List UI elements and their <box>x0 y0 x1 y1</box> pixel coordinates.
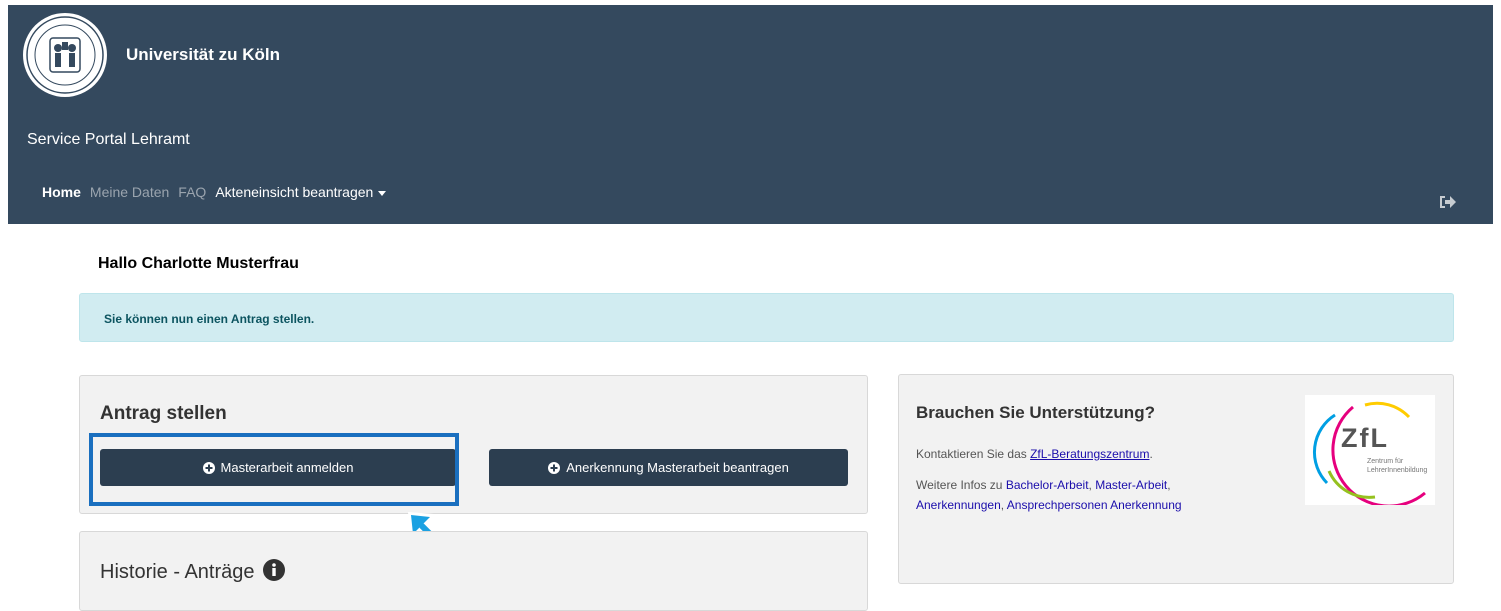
zfl-logo-big: ZfL <box>1341 423 1389 453</box>
sign-out-icon[interactable] <box>1438 194 1456 210</box>
zfl-logo[interactable]: ZfL Zentrum für LehrerInnenbildung <box>1305 395 1435 505</box>
zfl-beratungszentrum-link[interactable]: ZfL-Beratungszentrum <box>1030 447 1149 461</box>
site-header: Universität zu Köln Service Portal Lehra… <box>8 5 1493 224</box>
support-contact-line: Kontaktieren Sie das ZfL-Beratungszentru… <box>916 444 1246 464</box>
caret-down-icon <box>378 190 387 196</box>
support-card: Brauchen Sie Unterstützung? Kontaktieren… <box>898 374 1454 584</box>
historie-title: Historie - Anträge <box>100 559 286 584</box>
nav-akteneinsicht-label: Akteneinsicht beantragen <box>215 184 374 200</box>
anerkennung-beantragen-button[interactable]: Anerkennung Masterarbeit beantragen <box>489 449 848 486</box>
greeting: Hallo Charlotte Musterfrau <box>98 255 299 272</box>
support-contact-suffix: . <box>1149 447 1153 461</box>
anerkennung-beantragen-label: Anerkennung Masterarbeit beantragen <box>566 460 789 475</box>
support-infos-prefix: Weitere Infos zu <box>916 478 1006 492</box>
zfl-logo-line1: Zentrum für <box>1367 458 1404 465</box>
zfl-logo-line2: LehrerInnenbildung <box>1367 467 1427 474</box>
nav-faq[interactable]: FAQ <box>178 184 206 200</box>
ansprechpersonen-anerkennung-link[interactable]: Ansprechpersonen Anerkennung <box>1007 498 1182 512</box>
nav-meine-daten[interactable]: Meine Daten <box>90 184 169 200</box>
historie-title-text: Historie - Anträge <box>100 561 255 583</box>
portal-title[interactable]: Service Portal Lehramt <box>27 131 190 149</box>
support-contact-prefix: Kontaktieren Sie das <box>916 447 1031 461</box>
nav-akteneinsicht-dropdown[interactable]: Akteneinsicht beantragen <box>215 184 387 200</box>
support-sep2: , <box>1167 478 1171 492</box>
nav-home[interactable]: Home <box>42 184 81 200</box>
main-nav: Home Meine Daten FAQ Akteneinsicht beant… <box>42 184 387 200</box>
university-name[interactable]: Universität zu Köln <box>126 45 280 65</box>
info-alert: Sie können nun einen Antrag stellen. <box>79 293 1454 342</box>
master-arbeit-link[interactable]: Master-Arbeit <box>1095 478 1167 492</box>
historie-card: Historie - Anträge <box>79 531 868 611</box>
support-infos-line: Weitere Infos zu Bachelor-Arbeit, Master… <box>916 475 1246 515</box>
alert-text: Sie können nun einen Antrag stellen. <box>104 312 315 326</box>
highlight-annotation-box <box>89 433 459 506</box>
info-circle-icon[interactable] <box>263 559 286 581</box>
plus-circle-icon <box>548 461 561 474</box>
university-seal-logo[interactable] <box>22 12 108 98</box>
anerkennungen-link[interactable]: Anerkennungen <box>916 498 1001 512</box>
support-title: Brauchen Sie Unterstützung? <box>916 403 1155 422</box>
antrag-title: Antrag stellen <box>100 403 227 424</box>
support-text: Kontaktieren Sie das ZfL-Beratungszentru… <box>916 444 1246 526</box>
bachelor-arbeit-link[interactable]: Bachelor-Arbeit <box>1006 478 1089 492</box>
